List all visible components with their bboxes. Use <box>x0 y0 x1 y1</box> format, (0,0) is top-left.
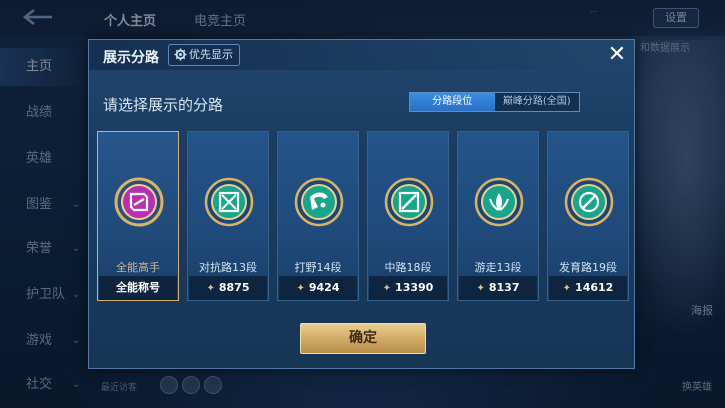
lane-points: 9424 <box>308 281 340 294</box>
lane-footer-text: 全能称号 <box>116 281 160 294</box>
jungle-badge-icon <box>294 177 344 227</box>
lane-card-all-round[interactable]: 全能高手 全能称号 <box>97 131 179 301</box>
mid-lane-badge-icon <box>384 177 434 227</box>
confirm-button[interactable]: 确定 <box>300 323 426 354</box>
lane-card-farm[interactable]: 发育路19段 ✦ 14612 <box>547 131 629 301</box>
rank-star-icon: ✦ <box>476 283 485 294</box>
lane-type-toggle: 分路段位 巅峰分路(全国) <box>409 92 580 112</box>
lane-points: 8875 <box>218 281 250 294</box>
priority-display-label: 优先显示 <box>189 48 233 61</box>
lane-footer: ✦ 14612 <box>549 276 627 300</box>
lane-footer: ✦ 9424 <box>279 276 357 300</box>
lane-points: 13390 <box>395 281 434 294</box>
dialog-subtitle: 请选择展示的分路 <box>103 96 224 114</box>
lane-name: 游走13段 <box>474 261 522 274</box>
lane-card-support[interactable]: 游走13段 ✦ 8137 <box>457 131 539 301</box>
lane-name: 打野14段 <box>294 261 342 274</box>
lane-footer: ✦ 13390 <box>369 276 447 300</box>
lane-footer: ✦ 8875 <box>189 276 267 300</box>
all-round-badge-icon <box>114 177 164 227</box>
lane-points: 8137 <box>488 281 520 294</box>
farm-lane-badge-icon <box>564 177 614 227</box>
lane-name: 全能高手 <box>116 261 160 274</box>
close-icon: ✕ <box>607 42 627 67</box>
lane-footer: ✦ 8137 <box>459 276 537 300</box>
dialog-header: 展示分路 优先显示 ✕ <box>89 40 634 70</box>
priority-display-button[interactable]: 优先显示 <box>168 44 240 66</box>
rank-star-icon: ✦ <box>206 283 215 294</box>
lane-points: 14612 <box>575 281 614 294</box>
lane-card-list: 全能高手 全能称号 对抗路13段 ✦ 8875 打野14段 ✦ 9424 中路1… <box>97 131 629 302</box>
close-button[interactable]: ✕ <box>603 42 631 68</box>
lane-name: 中路18段 <box>384 261 432 274</box>
lane-name: 对抗路13段 <box>199 261 257 274</box>
top-lane-badge-icon <box>204 177 254 227</box>
tab-lane-rank[interactable]: 分路段位 <box>410 93 495 111</box>
lane-card-jungle[interactable]: 打野14段 ✦ 9424 <box>277 131 359 301</box>
rank-star-icon: ✦ <box>296 283 305 294</box>
gear-icon <box>174 48 187 61</box>
tab-peak-lane-national[interactable]: 巅峰分路(全国) <box>495 93 580 111</box>
support-badge-icon <box>474 177 524 227</box>
lane-card-mid[interactable]: 中路18段 ✦ 13390 <box>367 131 449 301</box>
rank-star-icon: ✦ <box>562 283 572 294</box>
lane-name: 发育路19段 <box>559 261 617 274</box>
dialog-title: 展示分路 <box>103 50 159 66</box>
lane-footer: 全能称号 <box>99 276 177 300</box>
rank-star-icon: ✦ <box>382 283 392 294</box>
lane-card-top[interactable]: 对抗路13段 ✦ 8875 <box>187 131 269 301</box>
lane-display-dialog: 展示分路 优先显示 ✕ 请选择展示的分路 分路段位 巅峰分路(全国) 全能高手 … <box>88 39 635 369</box>
